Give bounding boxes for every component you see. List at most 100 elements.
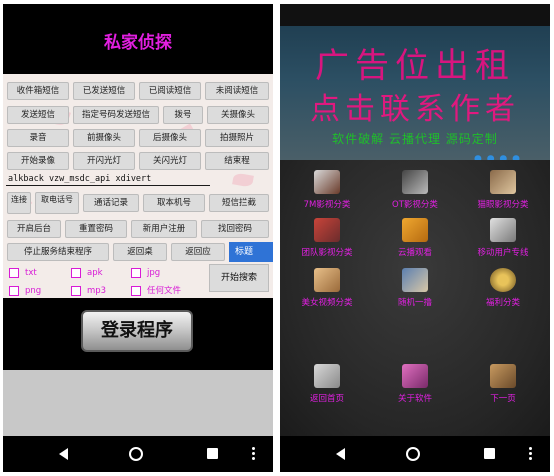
send-sms-button[interactable]: 发送短信	[7, 106, 69, 124]
flash-off-button[interactable]: 关闪光灯	[139, 152, 201, 170]
mobile-line-icon	[490, 218, 516, 242]
recent-apps-icon[interactable]	[207, 448, 218, 459]
register-button[interactable]: 新用户注册	[131, 220, 197, 238]
flash-on-button[interactable]: 开闪光灯	[73, 152, 135, 170]
record-audio-button[interactable]: 录音	[7, 129, 69, 147]
recover-password-button[interactable]: 找回密码	[201, 220, 269, 238]
start-search-button[interactable]: 开始搜索	[209, 264, 269, 292]
unread-sms-button[interactable]: 未阅读短信	[205, 82, 269, 100]
grid-item-label: 福利分类	[485, 298, 520, 308]
get-phone-number-button[interactable]: 取电话号	[35, 192, 79, 214]
back-icon[interactable]	[336, 448, 345, 460]
grid-item-label: 随机一撸	[397, 298, 432, 308]
connect-button[interactable]: 连接	[7, 192, 31, 214]
checkbox-box[interactable]	[9, 285, 19, 296]
checkbox-any-file[interactable]: 任何文件	[131, 285, 181, 297]
checkbox-txt[interactable]: txt	[9, 267, 37, 279]
stop-service-button[interactable]: 停止服务结束程序	[7, 243, 109, 261]
grid-item-label: 云播观看	[397, 248, 432, 258]
team-film-icon	[314, 218, 340, 242]
checkbox-box[interactable]	[131, 285, 141, 296]
checkbox-png[interactable]: png	[9, 285, 41, 297]
dial-button[interactable]: 拨号	[163, 106, 203, 124]
random-icon	[402, 268, 428, 292]
ad-headline: 广告位出租	[315, 46, 515, 86]
grid-item-label: 返回首页	[309, 394, 344, 404]
movie-reel-icon	[314, 170, 340, 194]
sms-block-button[interactable]: 短信拦截	[209, 194, 269, 212]
grid-item-beauty-video[interactable]: 美女视频分类	[282, 268, 372, 308]
more-options-icon[interactable]	[529, 447, 533, 463]
rear-camera-button[interactable]: 后摄像头	[139, 129, 201, 147]
grid-item-home[interactable]: 返回首页	[282, 364, 372, 404]
checkbox-apk[interactable]: apk	[71, 267, 103, 279]
projector-icon	[402, 170, 428, 194]
about-icon	[402, 364, 428, 388]
grid-item-label: 团队影视分类	[301, 248, 353, 258]
login-area: 登录程序	[3, 298, 273, 370]
send-sms-to-number-button[interactable]: 指定号码发送短信	[73, 106, 159, 124]
checkbox-label: jpg	[147, 268, 161, 278]
grid-item-label: 美女视频分类	[301, 298, 353, 308]
command-input[interactable]: alkback vzw_msdc_api xdivert	[6, 172, 210, 186]
grid-item-about[interactable]: 关于软件	[370, 364, 460, 404]
recent-apps-icon[interactable]	[484, 448, 495, 459]
end-program-button[interactable]: 结束程	[205, 152, 269, 170]
start-video-button[interactable]: 开始录像	[7, 152, 69, 170]
grid-item-label: OT影视分类	[392, 200, 438, 210]
enable-background-button[interactable]: 开启后台	[7, 220, 61, 238]
grid-item-cloud-play[interactable]: 云播观看	[370, 218, 460, 258]
reset-password-button[interactable]: 重置密码	[65, 220, 127, 238]
grid-item-team-film[interactable]: 团队影视分类	[282, 218, 372, 258]
return-desktop-button[interactable]: 返回桌	[113, 243, 167, 261]
grid-item-random[interactable]: 随机一撸	[370, 268, 460, 308]
grid-item-label: 7M影视分类	[303, 200, 351, 210]
petal-decoration	[232, 172, 254, 188]
checkbox-box[interactable]	[71, 267, 81, 278]
take-photo-button[interactable]: 拍摄照片	[205, 129, 269, 147]
grid-item-mobile-line[interactable]: 移动用户专线	[458, 218, 548, 258]
front-camera-button[interactable]: 前摄像头	[73, 129, 135, 147]
call-log-button[interactable]: 通话记录	[83, 194, 139, 212]
checkbox-label: mp3	[87, 286, 107, 296]
checkbox-box[interactable]	[131, 267, 141, 278]
return-app-button[interactable]: 返回应	[171, 243, 225, 261]
checkbox-label: 任何文件	[147, 286, 182, 296]
ad-banner[interactable]: 广告位出租 点击联系作者 软件破解 云播代理 源码定制 ● ● ● ●	[280, 26, 550, 160]
status-bar	[280, 4, 550, 26]
ad-services-text: 软件破解 云播代理 源码定制	[332, 132, 498, 146]
checkbox-box[interactable]	[9, 267, 19, 278]
grid-item-next-page[interactable]: 下一页	[458, 364, 548, 404]
more-options-icon[interactable]	[252, 447, 256, 463]
sent-sms-button[interactable]: 已发送短信	[73, 82, 135, 100]
app-header: 私家侦探	[3, 4, 273, 74]
home-icon[interactable]	[406, 447, 420, 461]
grid-item-ot-film[interactable]: OT影视分类	[370, 170, 460, 210]
left-phone-screen: 私家侦探 收件箱短信 已发送短信 已阅读短信 未阅读短信 发送短信 指定号码发送…	[3, 4, 273, 472]
inbox-sms-button[interactable]: 收件箱短信	[7, 82, 69, 100]
close-camera-button[interactable]: 关摄像头	[207, 106, 269, 124]
grid-item-welfare[interactable]: 福利分类	[458, 268, 548, 308]
checkbox-label: png	[25, 286, 42, 296]
get-own-number-button[interactable]: 取本机号	[143, 194, 205, 212]
grid-item-maoyan-film[interactable]: 猫眼影视分类	[458, 170, 548, 210]
grid-item-label: 猫眼影视分类	[477, 200, 529, 210]
title-tag[interactable]: 标题	[229, 242, 273, 262]
nav-bar	[280, 436, 550, 472]
login-button[interactable]: 登录程序	[81, 310, 193, 352]
checkbox-mp3[interactable]: mp3	[71, 285, 106, 297]
checkbox-box[interactable]	[71, 285, 81, 296]
grid-item-7m-film[interactable]: 7M影视分类	[282, 170, 372, 210]
ad-contact-text: 点击联系作者	[310, 92, 520, 127]
welfare-icon	[490, 268, 516, 292]
home-icon[interactable]	[129, 447, 143, 461]
back-icon[interactable]	[59, 448, 68, 460]
checkbox-label: apk	[87, 268, 103, 278]
grid-item-label: 关于软件	[397, 394, 432, 404]
film-clapper-icon	[402, 218, 428, 242]
nav-bar	[3, 436, 273, 472]
home-page-icon	[314, 364, 340, 388]
checkbox-jpg[interactable]: jpg	[131, 267, 160, 279]
read-sms-button[interactable]: 已阅读短信	[139, 82, 201, 100]
video-icon	[314, 268, 340, 292]
